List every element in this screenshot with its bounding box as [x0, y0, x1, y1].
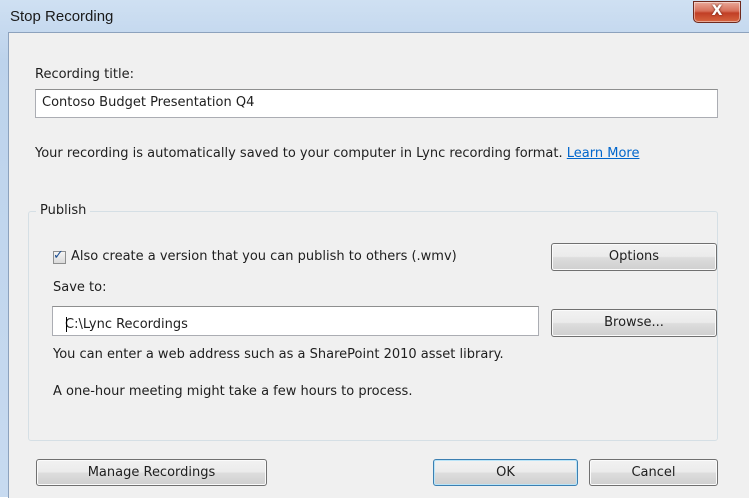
options-button[interactable]: Options	[551, 243, 717, 271]
close-icon: X	[711, 3, 723, 19]
processing-time-hint: A one-hour meeting might take a few hour…	[53, 384, 413, 399]
close-button[interactable]: X	[693, 1, 741, 23]
title-bar[interactable]: Stop Recording X	[0, 0, 749, 32]
options-button-label: Options	[608, 249, 660, 264]
publish-version-checkbox[interactable]: ✓	[53, 248, 66, 264]
text-caret	[66, 317, 67, 332]
browse-button[interactable]: Browse...	[551, 309, 717, 337]
publish-group-legend: Publish	[36, 203, 91, 218]
recording-title-label: Recording title:	[35, 67, 134, 82]
browse-button-label: Browse...	[604, 315, 664, 330]
save-to-input[interactable]: C:\Lync Recordings	[52, 306, 539, 336]
stop-recording-dialog: Stop Recording X Recording title: Contos…	[0, 0, 749, 498]
learn-more-link[interactable]: Learn More	[567, 146, 640, 161]
save-to-value: C:\Lync Recordings	[65, 317, 188, 332]
cancel-button-label: Cancel	[631, 465, 676, 480]
cancel-button[interactable]: Cancel	[589, 459, 718, 486]
publish-version-label[interactable]: Also create a version that you can publi…	[71, 249, 457, 264]
recording-title-input[interactable]: Contoso Budget Presentation Q4	[35, 89, 718, 118]
info-text-row: Your recording is automatically saved to…	[35, 146, 639, 161]
info-text: Your recording is automatically saved to…	[35, 146, 563, 161]
save-to-label: Save to:	[53, 280, 107, 295]
web-address-hint: You can enter a web address such as a Sh…	[53, 347, 504, 362]
ok-button[interactable]: OK	[433, 459, 578, 486]
ok-button-label: OK	[496, 465, 515, 480]
checkmark-icon: ✓	[53, 248, 64, 263]
manage-recordings-button[interactable]: Manage Recordings	[36, 459, 267, 486]
manage-recordings-label: Manage Recordings	[87, 465, 216, 480]
recording-title-value: Contoso Budget Presentation Q4	[42, 95, 255, 110]
dialog-title: Stop Recording	[10, 8, 114, 25]
